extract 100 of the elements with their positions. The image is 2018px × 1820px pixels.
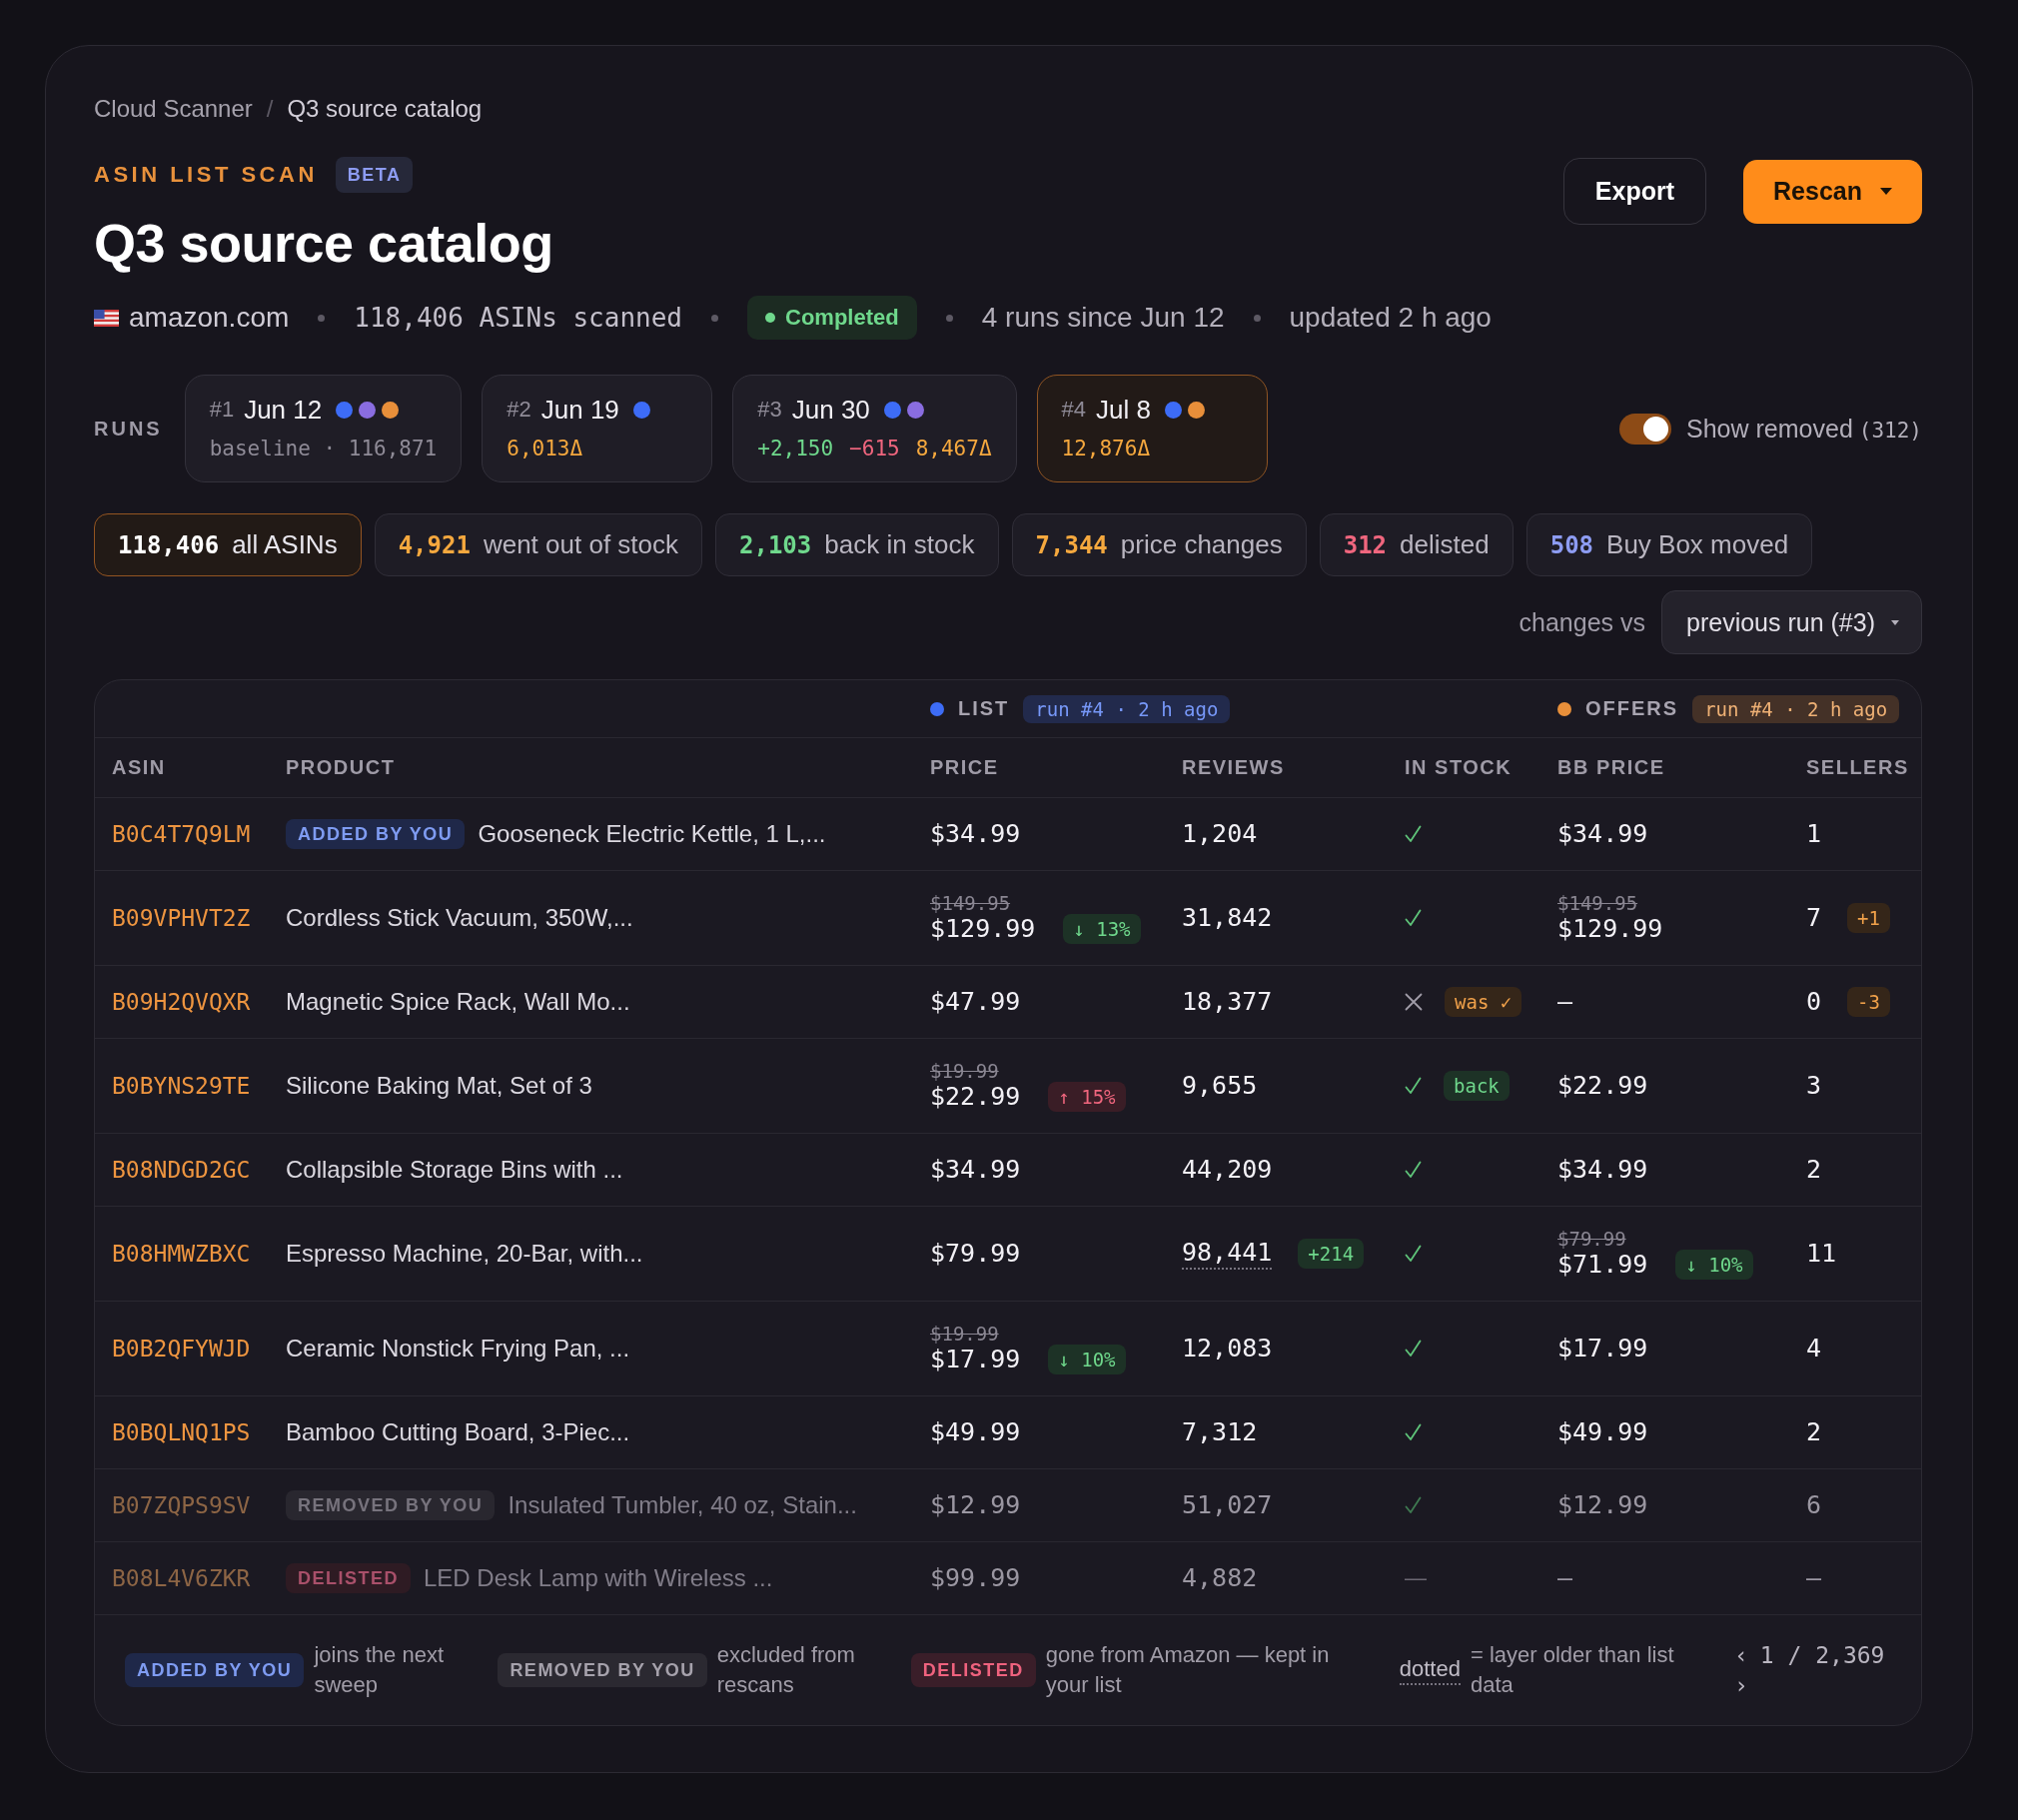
buy-box-price: $34.99 [1557, 819, 1648, 849]
product-name: Insulated Tumbler, 40 oz, Stain... [507, 1490, 857, 1520]
compare-label: changes vs [1518, 607, 1645, 637]
current-price: $79.99 [930, 1239, 1021, 1269]
breadcrumb-link[interactable]: Cloud Scanner [94, 94, 253, 124]
run-card[interactable]: #2 Jun 19 6,013Δ [482, 375, 713, 482]
review-count: 98,441 [1182, 1238, 1273, 1270]
status-dot-icon [765, 313, 776, 323]
product-name: Magnetic Spice Rack, Wall Mo... [286, 987, 630, 1017]
buy-box-price: — [1557, 1563, 1573, 1593]
beta-tag: BETA [335, 157, 414, 193]
separator-dot-icon [711, 314, 719, 322]
asin-link[interactable]: B08HMWZBXC [112, 1241, 251, 1267]
no-data-dash: — [1405, 1565, 1427, 1591]
check-icon [1405, 909, 1422, 927]
runs-label: RUNS [94, 417, 163, 441]
review-count: 9,655 [1182, 1071, 1258, 1101]
old-price: $19.99 [930, 1060, 999, 1082]
buy-box-price: $17.99 [1557, 1334, 1648, 1364]
old-price: $19.99 [930, 1323, 999, 1345]
current-price: $49.99 [930, 1417, 1021, 1447]
next-page-button[interactable]: › [1733, 1670, 1748, 1700]
price-change-tag: ↓ 10% [1048, 1345, 1126, 1374]
check-icon [1405, 1340, 1422, 1358]
separator-dot-icon [318, 314, 326, 322]
previous-page-button[interactable]: ‹ [1733, 1640, 1748, 1670]
dotted-underline-sample: dotted [1399, 1655, 1461, 1685]
product-name: Gooseneck Electric Kettle, 1 L,... [478, 819, 826, 849]
legend-text: gone from Amazon — kept in your list [1045, 1641, 1331, 1699]
filter-chip[interactable]: 312 delisted [1319, 513, 1514, 576]
flag-icon [94, 309, 119, 327]
column-header: IN STOCK [1404, 756, 1514, 779]
runs-summary: 4 runs since Jun 12 [981, 302, 1225, 334]
legend-text: = layer older than list data [1470, 1641, 1675, 1699]
compare-dropdown[interactable]: previous run (#3) [1661, 590, 1922, 654]
toggle-label: Show removed (312) [1686, 414, 1922, 444]
seller-change-tag: +1 [1847, 903, 1890, 933]
review-count: 51,027 [1182, 1490, 1273, 1520]
marketplace-name: amazon.com [129, 302, 290, 334]
old-price: $149.95 [1557, 892, 1638, 914]
cross-icon [1405, 993, 1423, 1011]
review-count: 44,209 [1182, 1155, 1273, 1185]
asin-link[interactable]: B0BYNS29TE [112, 1073, 251, 1099]
show-removed-toggle[interactable] [1619, 413, 1672, 445]
seller-change-tag: -3 [1847, 987, 1890, 1017]
price-change-tag: ↑ 15% [1048, 1082, 1126, 1112]
current-price: $12.99 [930, 1490, 1021, 1520]
check-icon [1405, 1423, 1422, 1441]
seller-count: 7 [1806, 903, 1822, 933]
review-count: 31,842 [1182, 903, 1273, 933]
asins-scanned-count: 118,406 ASINs scanned [354, 303, 683, 333]
run-tag: run #4 · 2 h ago [1692, 694, 1900, 723]
seller-count: 2 [1806, 1417, 1822, 1447]
filter-chip[interactable]: 2,103 back in stock [715, 513, 999, 576]
asin-link[interactable]: B09H2QVQXR [112, 989, 251, 1015]
asin-link[interactable]: B0C4T7Q9LM [112, 821, 251, 847]
stock-change-tag: was ✓ [1445, 987, 1522, 1017]
buy-box-price: $71.99 [1557, 1250, 1648, 1280]
legend-text: joins the next sweep [314, 1641, 445, 1699]
separator-dot-icon [1253, 314, 1261, 322]
run-card[interactable]: #4 Jul 8 12,876Δ [1036, 375, 1268, 482]
filter-chip[interactable]: 508 Buy Box moved [1525, 513, 1813, 576]
current-price: $129.99 [930, 914, 1036, 944]
check-icon [1405, 1161, 1422, 1179]
asin-link[interactable]: B0BQLNQ1PS [112, 1419, 251, 1445]
seller-count: 11 [1806, 1239, 1837, 1269]
secondary-button[interactable]: Export [1562, 158, 1707, 225]
column-header: SELLERS [1805, 756, 1910, 779]
filter-chip[interactable]: 118,406 all ASINs [94, 513, 362, 576]
current-price: $34.99 [930, 1155, 1021, 1185]
primary-button[interactable]: Rescan [1743, 159, 1922, 224]
stock-change-tag: back [1444, 1071, 1510, 1101]
run-card[interactable]: #1 Jun 12 baseline · 116,871 [184, 375, 463, 482]
filter-chip[interactable]: 4,921 went out of stock [374, 513, 702, 576]
caret-icon [1891, 619, 1899, 625]
seller-count: 2 [1806, 1155, 1822, 1185]
delisted-tag: DELISTED [910, 1653, 1036, 1687]
product-name: Bamboo Cutting Board, 3-Piec... [286, 1417, 630, 1447]
column-header: PRODUCT [285, 756, 397, 779]
price-change-tag: ↓ 13% [1063, 914, 1141, 944]
check-icon [1405, 1077, 1422, 1095]
layer-label: LIST [958, 697, 1010, 720]
product-name: Espresso Machine, 20-Bar, with... [286, 1239, 643, 1269]
added-by-you-tag: ADDED BY YOU [286, 819, 466, 849]
column-header: PRICE [929, 756, 1000, 779]
added-by-you-tag: ADDED BY YOU [125, 1653, 305, 1687]
product-name: Cordless Stick Vacuum, 350W,... [286, 903, 633, 933]
layer-label: OFFERS [1585, 697, 1679, 720]
asin-link[interactable]: B09VPHVT2Z [112, 905, 251, 931]
current-price: $99.99 [930, 1563, 1021, 1593]
removed-by-you-tag: REMOVED BY YOU [286, 1490, 496, 1520]
filter-chip[interactable]: 7,344 price changes [1011, 513, 1307, 576]
column-header: BB PRICE [1556, 756, 1666, 779]
review-count: 4,882 [1182, 1563, 1258, 1593]
seller-count: 0 [1806, 987, 1822, 1017]
asin-link[interactable]: B0B2QFYWJD [112, 1336, 251, 1362]
product-name: LED Desk Lamp with Wireless ... [424, 1563, 773, 1593]
asin-link[interactable]: B08NDGD2GC [112, 1157, 251, 1183]
buy-box-price: $49.99 [1557, 1417, 1648, 1447]
run-card[interactable]: #3 Jun 30 +2,150 −615 8,467Δ [732, 375, 1017, 482]
